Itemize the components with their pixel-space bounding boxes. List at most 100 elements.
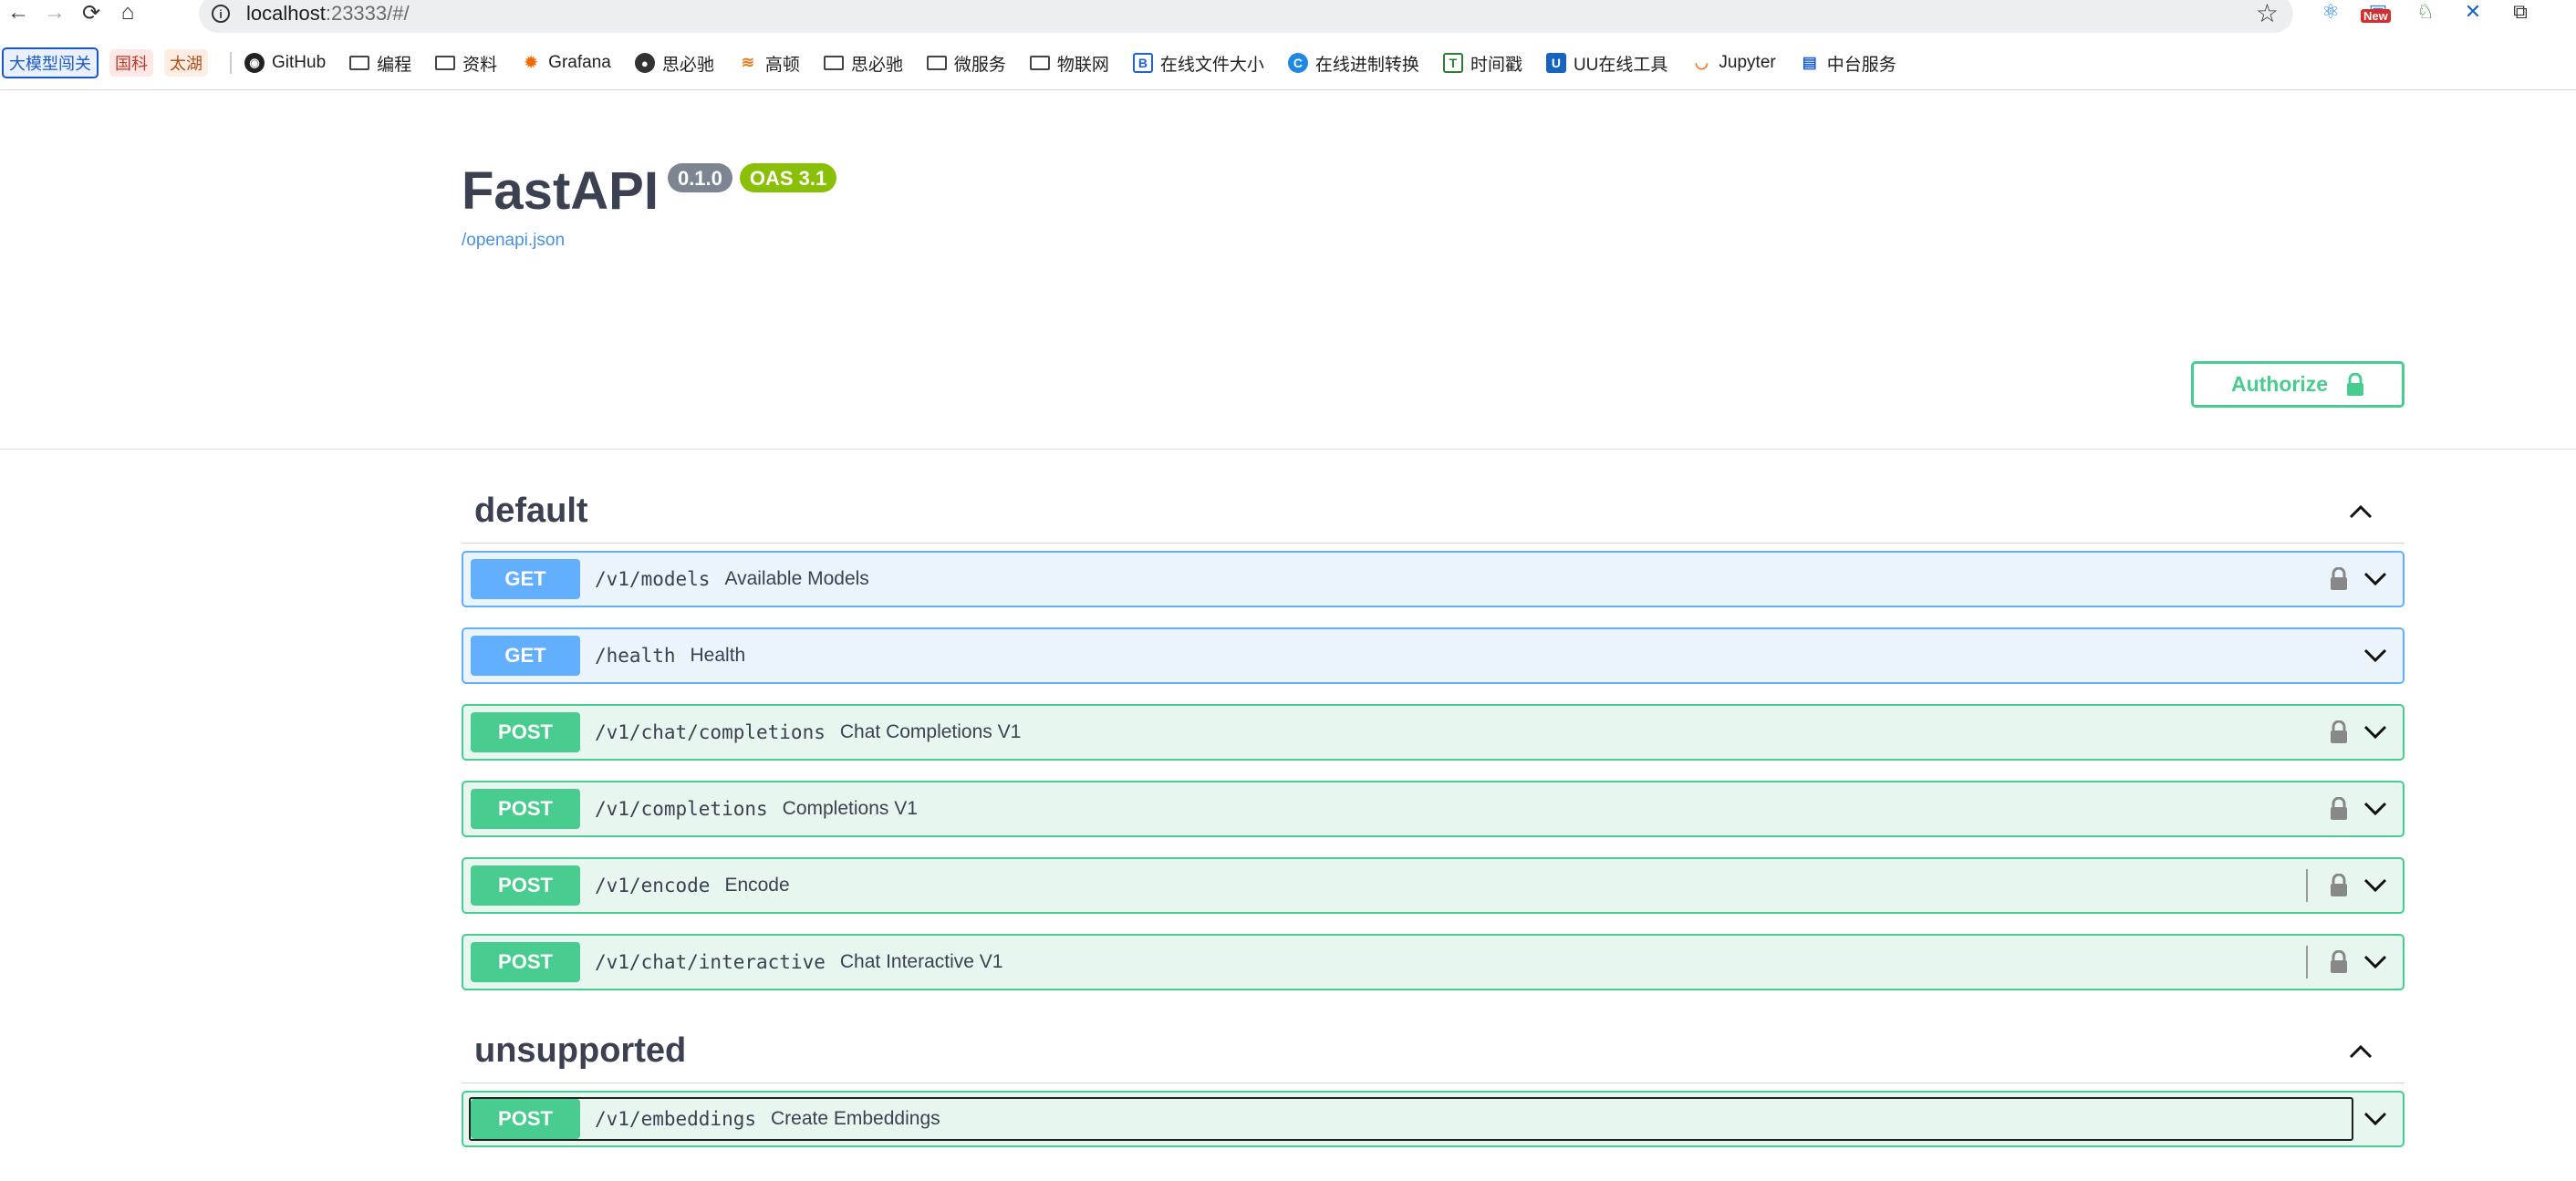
lock-icon[interactable] [2330,720,2348,744]
operation-path: /v1/completions [595,798,768,820]
bookmark-item[interactable]: ✹ Grafana [521,53,611,73]
chevron-down-icon[interactable] [2363,877,2388,894]
bookmark-item[interactable]: ◡ Jupyter [1691,53,1776,73]
bookmark-item[interactable]: 编程 [349,51,411,76]
bookmark-label: 中台服务 [1826,55,1896,75]
tag-name: default [474,492,588,530]
lock-icon[interactable] [2330,950,2348,974]
react-devtools-icon[interactable]: ⚛ [2317,0,2344,24]
site-info-icon[interactable]: i [212,5,230,23]
folder-icon [823,56,844,70]
tag-header[interactable]: default [462,480,2405,544]
operation-controls [2330,706,2388,759]
chevron-down-icon[interactable] [2363,1111,2388,1127]
c-icon: C [1287,53,1308,73]
operation-controls [2330,553,2388,606]
bookmark-chip[interactable]: 国科 [109,49,153,77]
operation-row[interactable]: GET /health Health [462,627,2405,684]
tag-name: unsupported [474,1031,687,1070]
bookmark-item[interactable]: 资料 [435,51,497,76]
folder-icon [926,56,947,70]
chevron-down-icon[interactable] [2363,647,2388,664]
evernote-icon[interactable]: ♘ [2412,0,2439,24]
lock-icon[interactable] [2330,874,2348,897]
authorize-button[interactable]: Authorize [2191,361,2405,408]
extension-new-icon[interactable]: ▣New [2361,0,2392,24]
operation-summary: Available Models [724,568,869,589]
bookmark-label: UU在线工具 [1573,55,1668,75]
forward-arrow-icon[interactable]: → [36,0,73,26]
bookmark-item[interactable]: T 时间戳 [1442,51,1522,76]
operation-summary: Create Embeddings [771,1108,940,1129]
method-badge: POST [471,1099,580,1139]
home-icon[interactable]: ⌂ [109,0,146,26]
browser-toolbar: ← → ⟳ ⌂ i localhost:23333/#/ ☆ ⚛ ▣New ♘ … [0,0,2576,33]
operation-path: /health [595,645,676,667]
reload-icon[interactable]: ⟳ [73,0,109,26]
bookmark-label: 在线文件大小 [1159,55,1264,75]
version-badge: 0.1.0 [667,163,732,192]
bookmark-item[interactable]: B 在线文件大小 [1132,51,1264,76]
api-title: FastAPI [462,161,659,221]
method-badge: POST [471,865,580,906]
lock-icon[interactable] [2330,797,2348,821]
lock-icon[interactable] [2330,567,2348,591]
bookmark-item[interactable]: 微服务 [926,51,1006,76]
extensions-puzzle-icon[interactable]: ⧉ [2507,0,2534,24]
operation-row[interactable]: POST /v1/completions Completions V1 [462,781,2405,837]
oas-badge: OAS 3.1 [739,163,837,192]
chevron-down-icon[interactable] [2363,724,2388,741]
bookmark-item[interactable]: C 在线进制转换 [1287,51,1419,76]
operation-row[interactable]: POST /v1/encode Encode [462,857,2405,914]
bookmark-item[interactable]: ● 思必驰 [634,51,714,76]
translate-icon[interactable]: ✕ [2459,0,2487,24]
authorize-label: Authorize [2230,372,2329,396]
t-icon: T [1442,53,1463,73]
bookmark-star-icon[interactable]: ☆ [2256,0,2279,28]
grafana-icon: ✹ [525,54,538,71]
bookmark-label: 高顿 [764,55,800,75]
back-arrow-icon[interactable]: ← [0,0,36,26]
chevron-down-icon[interactable] [2363,954,2388,970]
method-badge: POST [471,712,580,752]
operation-row[interactable]: POST /v1/chat/interactive Chat Interacti… [462,934,2405,990]
address-bar[interactable]: i localhost:23333/#/ ☆ [199,0,2293,33]
operation-row[interactable]: POST /v1/chat/completions Chat Completio… [462,704,2405,761]
folder-icon [349,56,370,70]
bookmark-item[interactable]: U UU在线工具 [1545,51,1668,76]
operation-summary: Health [690,645,746,666]
bookmark-item[interactable]: ▤ 中台服务 [1800,51,1896,76]
url-host: localhost [246,2,326,25]
bookmark-item[interactable]: ≋ 高顿 [738,51,800,76]
operation-path: /v1/encode [595,875,711,896]
bookmark-chip[interactable]: 太湖 [164,49,208,77]
chevron-down-icon[interactable] [2363,801,2388,817]
chevron-down-icon[interactable] [2363,571,2388,587]
tag-header[interactable]: unsupported [462,1020,2405,1083]
tag-section-default: default GET /v1/models Available Models … [462,480,2405,990]
operation-path: /v1/embeddings [595,1108,757,1130]
operation-row[interactable]: POST /v1/embeddings Create Embeddings [462,1091,2405,1147]
bookmark-item[interactable]: ◉ GitHub [244,53,326,73]
folder-icon [435,56,456,70]
bookmark-label: 物联网 [1056,55,1109,75]
gaodun-icon: ≋ [741,54,754,71]
tag-section-unsupported: unsupported POST /v1/embeddings Create E… [462,1020,2405,1147]
bookmark-label: Grafana [548,53,611,72]
bookmark-item[interactable]: 物联网 [1029,51,1109,76]
bookmarks-bar: 大模型闯关 国科 太湖 ◉ GitHub 编程 资料 ✹ Grafana ● 思必驰 … [0,44,2576,82]
scheme-divider [0,449,2576,450]
chevron-up-icon[interactable] [2348,1043,2373,1060]
folder-icon [1029,56,1050,70]
operation-summary: Encode [724,875,790,896]
openapi-spec-link[interactable]: /openapi.json [462,231,836,251]
swagger-page: FastAPI 0.1.0 OAS 3.1 /openapi.json Auth… [0,90,2576,1181]
operation-row[interactable]: GET /v1/models Available Models [462,551,2405,607]
api-title-row: FastAPI 0.1.0 OAS 3.1 [462,160,837,223]
u-icon: U [1545,53,1566,73]
bookmark-label: 思必驰 [661,55,714,75]
bookmark-chip[interactable]: 大模型闯关 [2,47,99,78]
operation-divider [2306,946,2308,979]
chevron-up-icon[interactable] [2348,503,2373,520]
bookmark-item[interactable]: 思必驰 [823,51,903,76]
